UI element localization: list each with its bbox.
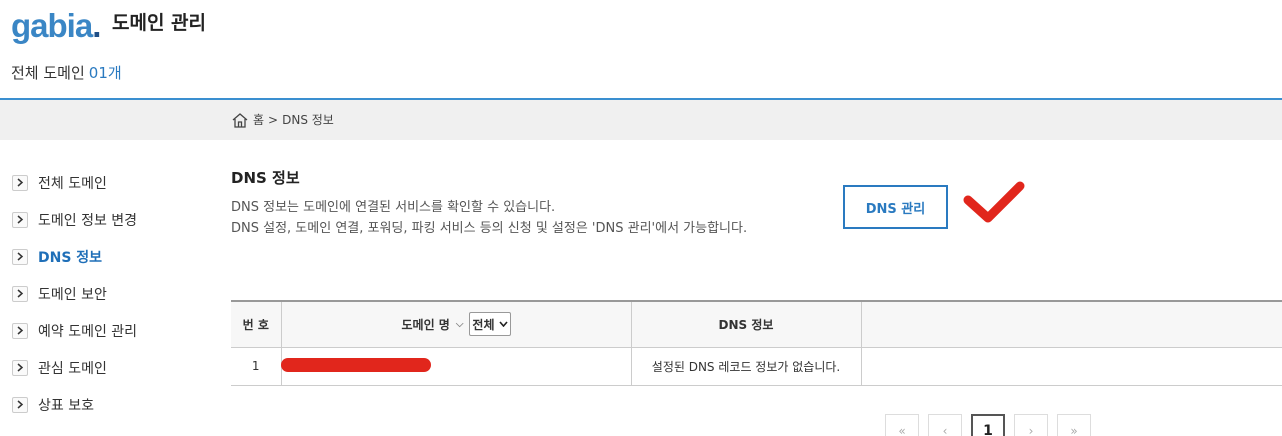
dns-manage-button[interactable]: DNS 관리 (843, 185, 948, 229)
chevron-right-icon (12, 285, 28, 302)
breadcrumb-separator: > (268, 113, 279, 127)
chevron-right-icon (12, 359, 28, 376)
sidebar-item-trademark-protection[interactable]: 상표 보호 (12, 386, 212, 423)
page-number-button[interactable]: 1 (971, 414, 1005, 436)
sidebar-item-watched-domains[interactable]: 관심 도메인 (12, 349, 212, 386)
column-header-dns: DNS 정보 (630, 300, 861, 348)
breadcrumb-current: DNS 정보 (282, 113, 334, 127)
column-header-domain: 도메인 명 ⌵ 전체 (280, 300, 631, 348)
sidebar-item-label: 관심 도메인 (38, 360, 107, 377)
row-extra (860, 347, 1282, 386)
sort-chevron-icon[interactable]: ⌵ (456, 319, 464, 330)
redacted-domain-mark (281, 357, 431, 372)
sidebar-item-reserved-domains[interactable]: 예약 도메인 관리 (12, 312, 212, 349)
chevron-right-icon (12, 211, 28, 228)
breadcrumb-band (0, 100, 1282, 140)
column-header-number: 번 호 (231, 300, 281, 348)
column-header-extra (860, 300, 1282, 348)
first-page-button[interactable]: « (885, 414, 919, 436)
next-page-button[interactable]: › (1014, 414, 1048, 436)
table-header-row: 번 호 도메인 명 ⌵ 전체 DNS 정보 (231, 300, 1282, 348)
description-line: DNS 정보는 도메인에 연결된 서비스를 확인할 수 있습니다. (231, 200, 556, 215)
filter-selected-value: 전체 (472, 317, 495, 332)
chevron-right-icon (12, 248, 28, 265)
chevron-right-icon (12, 396, 28, 413)
table-row: 1 설정된 DNS 레코드 정보가 없습니다. (231, 347, 1282, 386)
sidebar-item-label: 도메인 보안 (38, 286, 107, 303)
row-dns-info: 설정된 DNS 레코드 정보가 없습니다. (630, 347, 861, 386)
checkmark-icon (963, 181, 1025, 223)
page-title: 도메인 관리 (112, 12, 207, 34)
gabia-logo[interactable]: gabia. (11, 6, 101, 46)
domain-count: 전체 도메인 01개 (11, 63, 122, 83)
sidebar-item-domain-info-change[interactable]: 도메인 정보 변경 (12, 201, 212, 238)
sidebar-item-label: DNS 정보 (38, 249, 103, 266)
sidebar-item-label: 예약 도메인 관리 (38, 323, 138, 340)
sidebar-item-domain-security[interactable]: 도메인 보안 (12, 275, 212, 312)
sidebar-item-label: 도메인 정보 변경 (38, 212, 138, 229)
section-title: DNS 정보 (231, 169, 300, 187)
breadcrumb: 홈 > DNS 정보 (231, 111, 334, 129)
last-page-button[interactable]: » (1057, 414, 1091, 436)
row-number: 1 (231, 347, 281, 386)
domain-count-value: 01개 (88, 64, 122, 82)
chevron-down-icon (498, 321, 508, 328)
row-domain[interactable] (280, 347, 631, 386)
description-line: DNS 설정, 도메인 연결, 포워딩, 파킹 서비스 등의 신청 및 설정은 … (231, 221, 748, 236)
sidebar-item-label: 전체 도메인 (38, 175, 107, 192)
domain-count-label: 전체 도메인 (11, 64, 85, 82)
column-header-domain-label[interactable]: 도메인 명 (401, 316, 449, 333)
chevron-right-icon (12, 322, 28, 339)
sidebar: 전체 도메인 도메인 정보 변경 DNS 정보 도메인 보안 예약 도메인 관리… (12, 164, 212, 423)
chevron-right-icon (12, 174, 28, 191)
sidebar-item-dns-info[interactable]: DNS 정보 (12, 238, 212, 275)
sidebar-item-all-domains[interactable]: 전체 도메인 (12, 164, 212, 201)
previous-page-button[interactable]: ‹ (928, 414, 962, 436)
domain-dns-table: 번 호 도메인 명 ⌵ 전체 DNS 정보 1 설정된 DNS 레코드 정보가 … (231, 300, 1282, 386)
section-description: DNS 정보는 도메인에 연결된 서비스를 확인할 수 있습니다. DNS 설정… (231, 197, 747, 239)
domain-filter-select[interactable]: 전체 (469, 312, 511, 337)
breadcrumb-home[interactable]: 홈 (253, 111, 264, 129)
home-icon[interactable] (231, 112, 249, 128)
sidebar-item-label: 상표 보호 (38, 397, 94, 414)
pagination: « ‹ 1 › » (885, 414, 1091, 436)
